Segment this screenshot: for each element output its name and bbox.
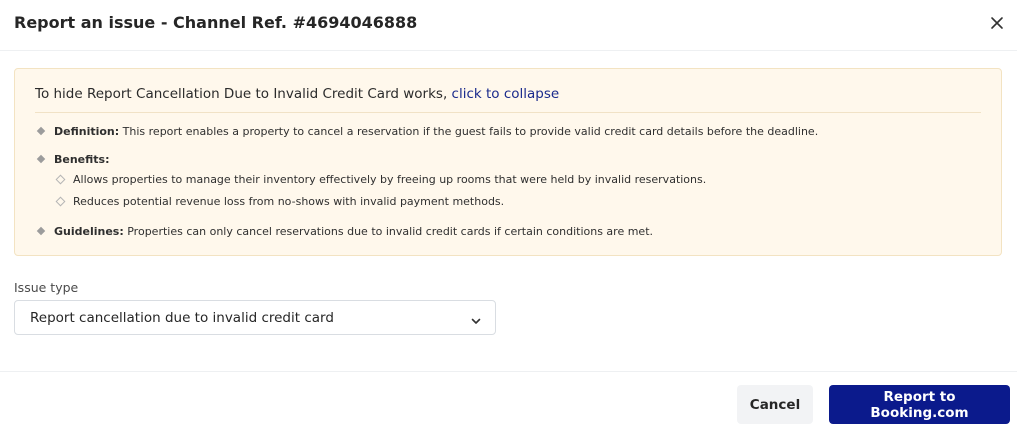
chevron-down-icon <box>470 312 482 331</box>
info-heading: To hide Report Cancellation Due to Inval… <box>35 86 559 102</box>
benefit-item: Reduces potential revenue loss from no-s… <box>73 195 505 208</box>
guidelines-item: Guidelines: Properties can only cancel r… <box>54 225 653 238</box>
benefits-label: Benefits: <box>54 153 110 166</box>
sub-bullet-icon <box>55 196 66 207</box>
sub-bullet-icon <box>55 174 66 185</box>
issue-type-select[interactable]: Report cancellation due to invalid credi… <box>14 300 496 335</box>
issue-type-label: Issue type <box>14 280 79 295</box>
close-icon[interactable] <box>986 12 1008 34</box>
guidelines-text: Properties can only cancel reservations … <box>123 225 654 238</box>
definition-item: Definition: This report enables a proper… <box>54 125 818 138</box>
info-divider <box>35 112 981 113</box>
bullet-icon <box>36 226 46 236</box>
benefit-item: Allows properties to manage their invent… <box>73 173 707 186</box>
collapse-link[interactable]: click to collapse <box>452 86 560 102</box>
dialog-header: Report an issue - Channel Ref. #46940468… <box>0 0 1017 51</box>
definition-text: This report enables a property to cancel… <box>119 125 819 138</box>
footer-divider <box>0 371 1017 372</box>
guidelines-label: Guidelines: <box>54 225 124 238</box>
dialog-title: Report an issue - Channel Ref. #46940468… <box>14 13 418 32</box>
info-panel: To hide Report Cancellation Due to Inval… <box>14 68 1002 256</box>
benefits-item: Benefits: <box>54 153 110 166</box>
info-intro-text: To hide Report Cancellation Due to Inval… <box>35 86 452 102</box>
cancel-button[interactable]: Cancel <box>737 385 813 424</box>
report-to-booking-button[interactable]: Report to Booking.com <box>829 385 1010 424</box>
definition-label: Definition: <box>54 125 120 138</box>
bullet-icon <box>36 126 46 136</box>
bullet-icon <box>36 154 46 164</box>
issue-type-value: Report cancellation due to invalid credi… <box>30 310 334 326</box>
